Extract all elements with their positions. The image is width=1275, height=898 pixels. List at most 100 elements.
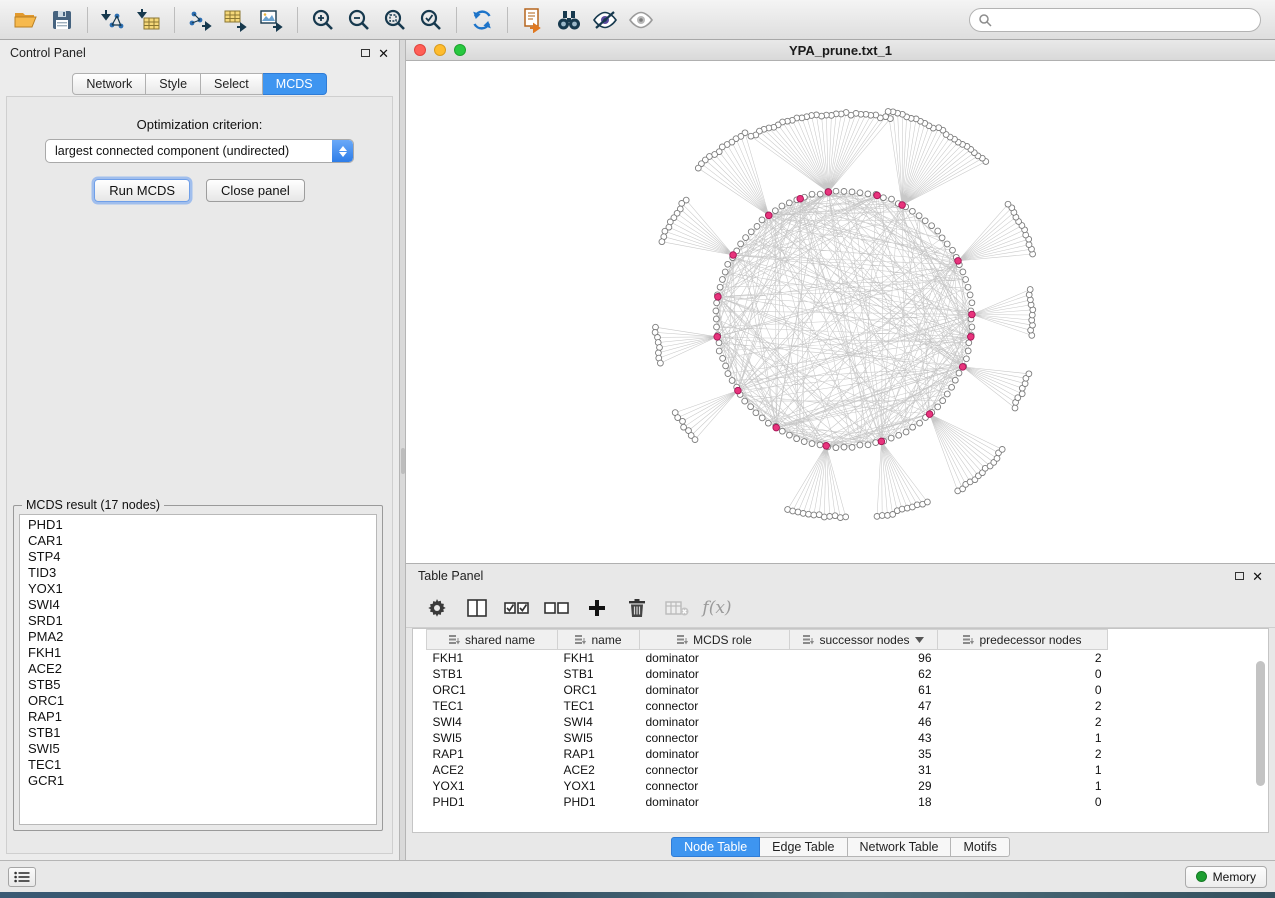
mcds-result-item[interactable]: STP4 xyxy=(20,549,376,565)
search-input[interactable] xyxy=(992,13,1252,27)
column-header-predecessor-nodes[interactable]: predecessor nodes xyxy=(938,630,1108,650)
import-table-button[interactable] xyxy=(131,4,167,36)
zoom-fit-button[interactable] xyxy=(377,4,413,36)
column-header-shared-name[interactable]: shared name xyxy=(427,630,558,650)
import-table-icon xyxy=(136,7,162,33)
find-button[interactable] xyxy=(551,4,587,36)
show-all-button[interactable] xyxy=(623,4,659,36)
close-panel-button[interactable]: Close panel xyxy=(206,179,305,202)
mcds-result-item[interactable]: YOX1 xyxy=(20,581,376,597)
table-row[interactable]: PHD1PHD1dominator180 xyxy=(427,794,1108,810)
table-cell: TEC1 xyxy=(558,698,640,714)
mcds-result-item[interactable]: SWI4 xyxy=(20,597,376,613)
float-panel-icon[interactable] xyxy=(361,49,370,57)
table-row[interactable]: TEC1TEC1connector472 xyxy=(427,698,1108,714)
import-network-icon xyxy=(100,7,126,33)
table-row[interactable]: SWI5SWI5connector431 xyxy=(427,730,1108,746)
mcds-result-item[interactable]: STB5 xyxy=(20,677,376,693)
table-cell: 1 xyxy=(938,778,1108,794)
mcds-result-item[interactable]: STB1 xyxy=(20,725,376,741)
mcds-result-item[interactable]: RAP1 xyxy=(20,709,376,725)
table-row[interactable]: FKH1FKH1dominator962 xyxy=(427,650,1108,666)
export-network-button[interactable] xyxy=(182,4,218,36)
trash-icon xyxy=(628,598,646,618)
delete-table-button[interactable] xyxy=(662,593,692,623)
network-graph[interactable] xyxy=(406,61,1274,563)
zoom-in-button[interactable] xyxy=(305,4,341,36)
column-sort-icon xyxy=(677,635,688,645)
tab-style[interactable]: Style xyxy=(146,73,201,95)
function-builder-button[interactable]: f(x) xyxy=(702,593,732,623)
table-row[interactable]: STB1STB1dominator620 xyxy=(427,666,1108,682)
mcds-result-item[interactable]: SRD1 xyxy=(20,613,376,629)
tab-node-table[interactable]: Node Table xyxy=(671,837,760,857)
zoom-selected-button[interactable] xyxy=(413,4,449,36)
dropdown-stepper-icon xyxy=(332,140,353,162)
network-view-window: YPA_prune.txt_1 xyxy=(406,40,1275,563)
table-settings-button[interactable] xyxy=(422,593,452,623)
mcds-result-item[interactable]: GCR1 xyxy=(20,773,376,789)
network-canvas[interactable] xyxy=(406,61,1275,563)
mcds-result-item[interactable]: ORC1 xyxy=(20,693,376,709)
criterion-dropdown[interactable]: largest connected component (undirected) xyxy=(45,139,354,163)
deselect-all-rows-button[interactable] xyxy=(542,593,572,623)
refresh-layout-button[interactable] xyxy=(464,4,500,36)
tab-network-table[interactable]: Network Table xyxy=(848,837,952,857)
tab-motifs[interactable]: Motifs xyxy=(951,837,1009,857)
mcds-result-item[interactable]: TEC1 xyxy=(20,757,376,773)
table-cell: FKH1 xyxy=(558,650,640,666)
create-column-button[interactable] xyxy=(582,593,612,623)
network-titlebar[interactable]: YPA_prune.txt_1 xyxy=(406,40,1275,61)
table-cell: YOX1 xyxy=(427,778,558,794)
export-table-button[interactable] xyxy=(218,4,254,36)
export-image-button[interactable] xyxy=(254,4,290,36)
table-row[interactable]: ACE2ACE2connector311 xyxy=(427,762,1108,778)
table-cell: 61 xyxy=(790,682,938,698)
tab-mcds[interactable]: MCDS xyxy=(263,73,327,95)
hide-selected-button[interactable] xyxy=(587,4,623,36)
close-panel-icon[interactable]: ✕ xyxy=(378,47,389,60)
columns-icon xyxy=(467,598,487,618)
show-columns-button[interactable] xyxy=(462,593,492,623)
zoom-out-button[interactable] xyxy=(341,4,377,36)
import-network-button[interactable] xyxy=(95,4,131,36)
mcds-panel-content: Optimization criterion: largest connecte… xyxy=(6,96,393,854)
mcds-result-item[interactable]: CAR1 xyxy=(20,533,376,549)
table-row[interactable]: SWI4SWI4dominator462 xyxy=(427,714,1108,730)
run-mcds-button[interactable]: Run MCDS xyxy=(94,179,190,202)
float-table-panel-icon[interactable] xyxy=(1235,572,1244,580)
table-row[interactable]: RAP1RAP1dominator352 xyxy=(427,746,1108,762)
tab-network[interactable]: Network xyxy=(72,73,146,95)
table-row[interactable]: ORC1ORC1dominator610 xyxy=(427,682,1108,698)
close-table-panel-icon[interactable]: ✕ xyxy=(1252,570,1263,583)
delete-column-button[interactable] xyxy=(622,593,652,623)
scrollbar-thumb[interactable] xyxy=(1256,661,1265,786)
column-header-successor-nodes[interactable]: successor nodes xyxy=(790,630,938,650)
mcds-result-item[interactable]: TID3 xyxy=(20,565,376,581)
mcds-result-item[interactable]: PHD1 xyxy=(20,517,376,533)
table-cell: 0 xyxy=(938,666,1108,682)
table-cell: 2 xyxy=(938,698,1108,714)
column-header-name[interactable]: name xyxy=(558,630,640,650)
tab-select[interactable]: Select xyxy=(201,73,263,95)
table-scrollbar[interactable] xyxy=(1256,631,1266,830)
desktop-wallpaper-strip xyxy=(0,892,1275,898)
column-header-mcds-role[interactable]: MCDS role xyxy=(640,630,790,650)
column-sort-icon xyxy=(803,635,814,645)
open-file-button[interactable] xyxy=(8,4,44,36)
status-menu-button[interactable] xyxy=(8,867,36,887)
save-session-button[interactable] xyxy=(44,4,80,36)
mcds-result-item[interactable]: ACE2 xyxy=(20,661,376,677)
mcds-result-item[interactable]: SWI5 xyxy=(20,741,376,757)
mcds-result-list[interactable]: PHD1CAR1STP4TID3YOX1SWI4SRD1PMA2FKH1ACE2… xyxy=(19,514,377,825)
table-cell: 62 xyxy=(790,666,938,682)
search-field[interactable] xyxy=(969,8,1261,32)
mcds-result-item[interactable]: FKH1 xyxy=(20,645,376,661)
select-all-rows-button[interactable] xyxy=(502,593,532,623)
network-snapshot-button[interactable] xyxy=(515,4,551,36)
mcds-result-item[interactable]: PMA2 xyxy=(20,629,376,645)
column-sort-icon xyxy=(575,635,586,645)
table-row[interactable]: YOX1YOX1connector291 xyxy=(427,778,1108,794)
memory-button[interactable]: Memory xyxy=(1185,866,1267,888)
tab-edge-table[interactable]: Edge Table xyxy=(760,837,847,857)
